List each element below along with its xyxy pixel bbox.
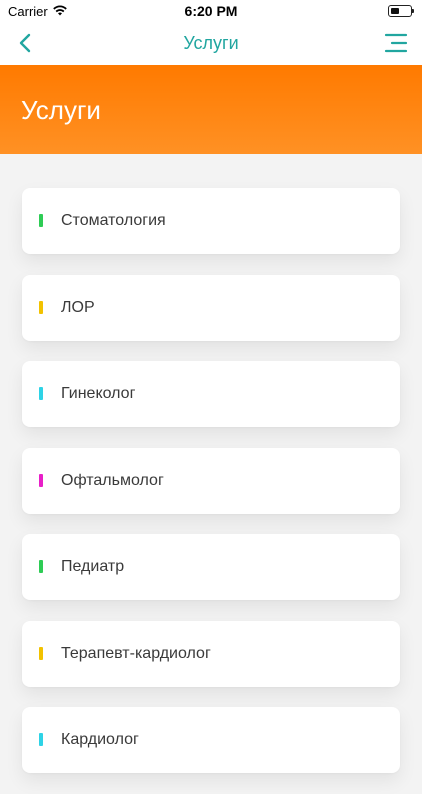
service-color-marker <box>39 300 43 314</box>
service-color-marker <box>39 646 43 660</box>
service-item-pediatrician[interactable]: Педиатр <box>22 534 400 600</box>
hero-banner: Услуги <box>0 65 422 154</box>
services-list: Стоматология ЛОР Гинеколог Офтальмолог П… <box>22 188 400 794</box>
service-label: Гинеколог <box>61 385 136 402</box>
service-color-marker <box>39 387 43 400</box>
service-label: Кардиолог <box>61 731 139 748</box>
service-item-therapist-cardiologist[interactable]: Терапевт-кардиолог <box>22 620 400 687</box>
page-title: Услуги <box>21 95 101 125</box>
service-color-marker <box>39 733 43 746</box>
service-label: Офтальмолог <box>61 471 164 489</box>
service-label: Педиатр <box>61 558 125 575</box>
battery-icon <box>388 5 414 17</box>
service-item-cardiologist[interactable]: Кардиолог <box>22 707 400 773</box>
service-item-ophthalmologist[interactable]: Офтальмолог <box>22 447 400 514</box>
status-bar: Carrier 6:20 PM <box>0 0 422 22</box>
nav-title: Услуги <box>183 33 239 53</box>
hamburger-menu-icon[interactable] <box>384 32 408 54</box>
service-color-marker <box>39 473 43 487</box>
service-color-marker <box>39 560 43 573</box>
service-color-marker <box>39 214 43 227</box>
service-item-gynecologist[interactable]: Гинеколог <box>22 361 400 427</box>
status-time: 6:20 PM <box>184 3 238 19</box>
service-label: Терапевт-кардиолог <box>61 644 211 662</box>
service-item-lor[interactable]: ЛОР <box>22 274 400 341</box>
service-item-stomatology[interactable]: Стоматология <box>22 188 400 254</box>
navigation-bar: Услуги <box>0 22 422 65</box>
service-label: ЛОР <box>61 298 95 316</box>
service-label: Стоматология <box>61 212 166 229</box>
